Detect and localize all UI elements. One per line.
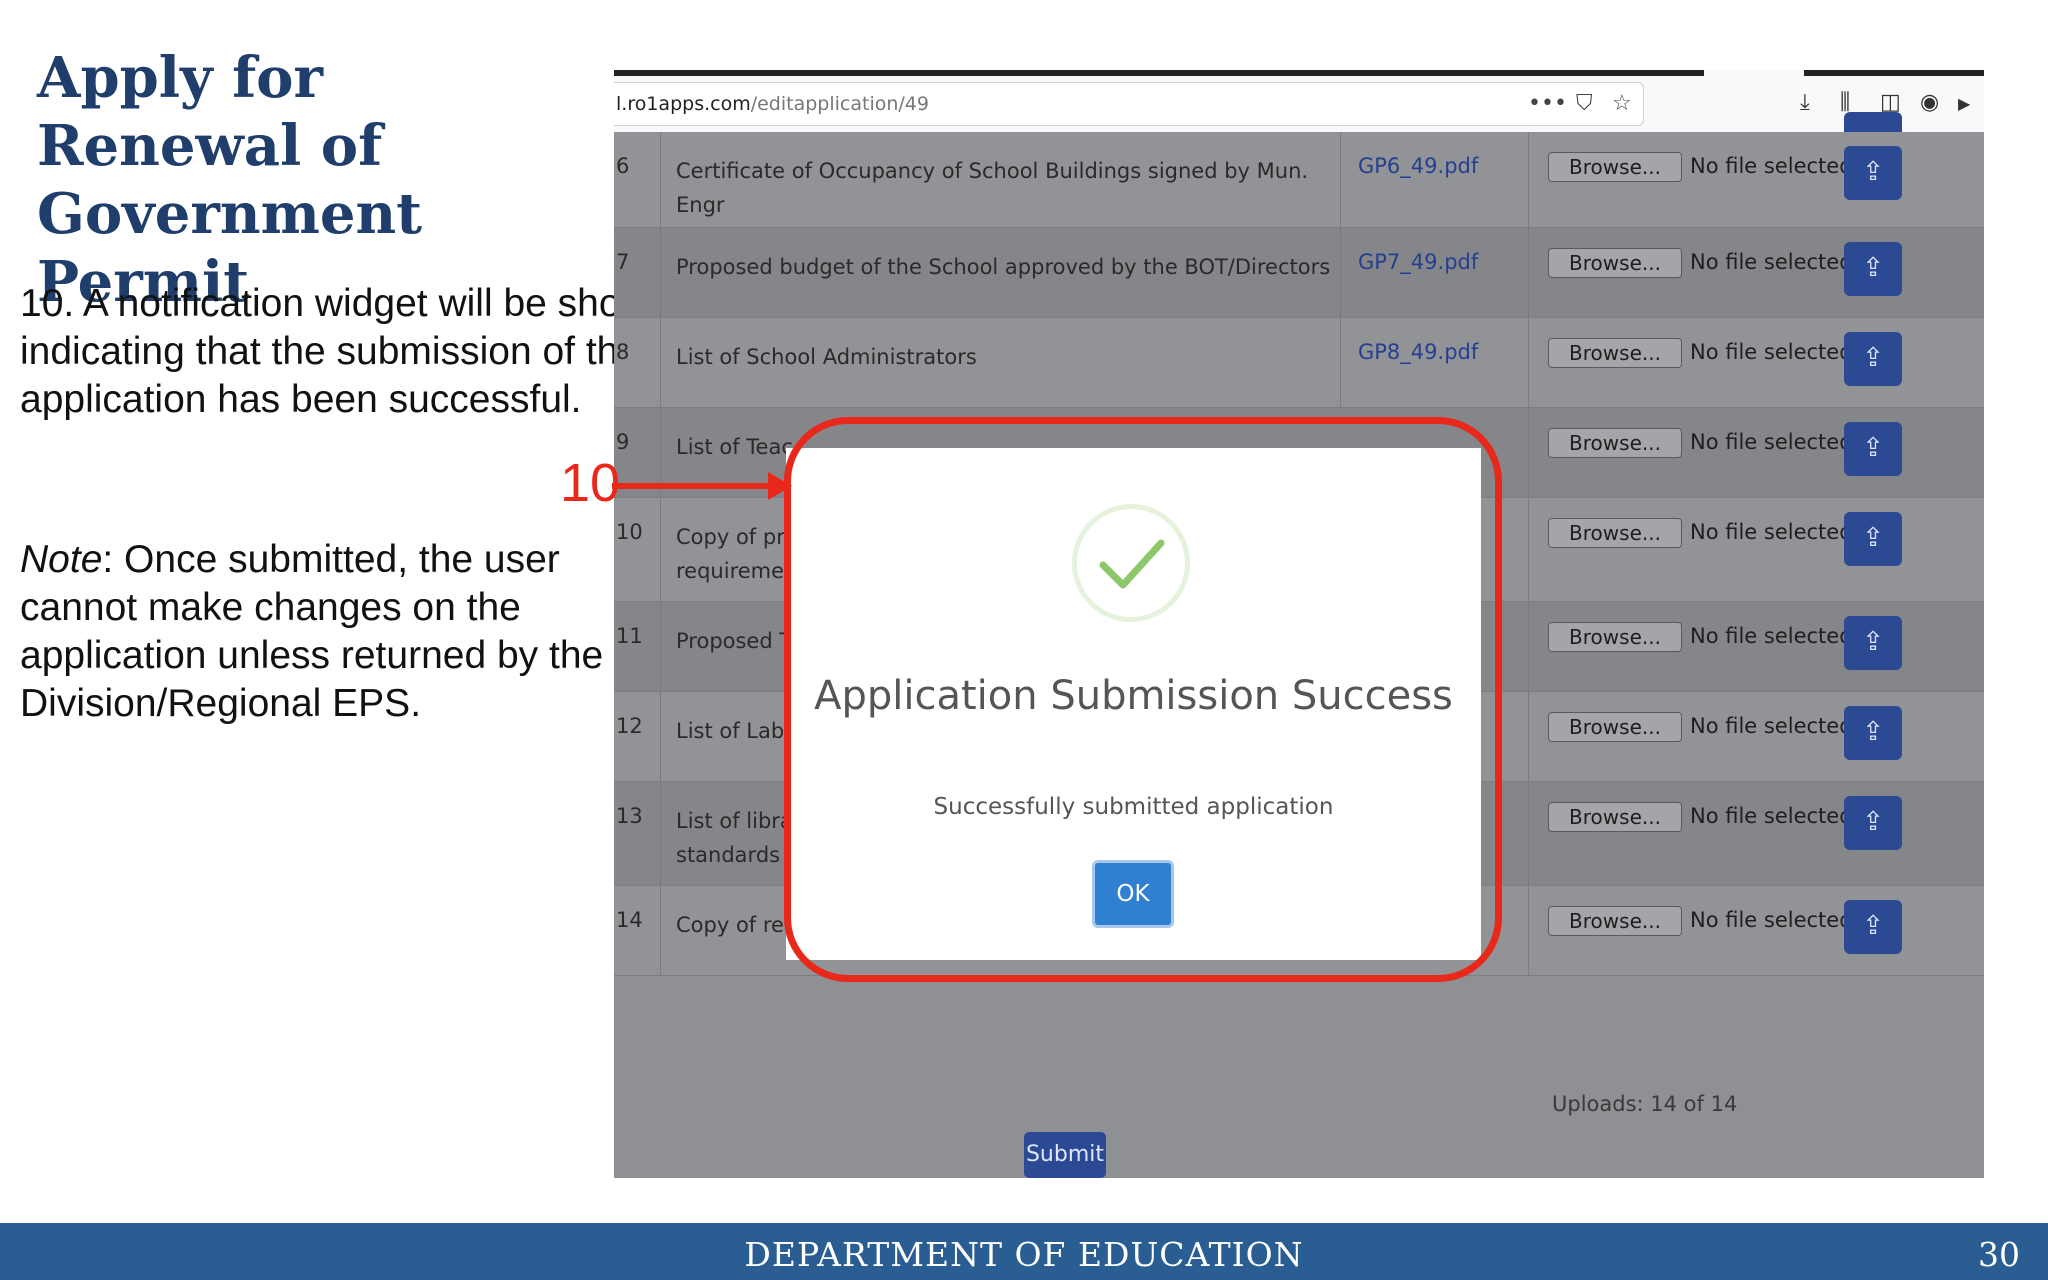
- note-label: Note: [20, 538, 103, 581]
- slide-title: Apply for Renewal of Government Permit: [37, 45, 423, 315]
- download-icon[interactable]: ⤓: [1800, 90, 1810, 115]
- bookmark-star-icon[interactable]: ☆: [1612, 91, 1632, 116]
- callout-arrow-icon: [612, 472, 792, 500]
- tab-strip-right: [1804, 70, 1984, 76]
- browse-button[interactable]: Browse...: [1548, 152, 1682, 182]
- browse-button[interactable]: Browse...: [1548, 906, 1682, 936]
- browser-toolbar: l.ro1apps.com/editapplication/49 ••• ⛉ ☆…: [614, 70, 1984, 132]
- account-icon[interactable]: ◉: [1920, 90, 1939, 115]
- browse-button[interactable]: Browse...: [1548, 518, 1682, 548]
- upload-button[interactable]: ⇪: [1844, 146, 1902, 200]
- pocket-icon[interactable]: ⛉: [1576, 91, 1593, 116]
- tab-strip: [614, 70, 1704, 76]
- row-number: 6: [616, 154, 630, 178]
- no-file-label: No file selected.: [1690, 804, 1860, 828]
- no-file-label: No file selected.: [1690, 908, 1860, 932]
- step-description: 10. A notification widget will be show i…: [20, 282, 649, 421]
- browse-button[interactable]: Browse...: [1548, 338, 1682, 368]
- row-number: 8: [616, 340, 630, 364]
- upload-button[interactable]: ⇪: [1844, 796, 1902, 850]
- browse-button[interactable]: Browse...: [1548, 428, 1682, 458]
- upload-button[interactable]: ⇪: [1844, 242, 1902, 296]
- no-file-label: No file selected.: [1690, 250, 1860, 274]
- upload-button[interactable]: ⇪: [1844, 512, 1902, 566]
- browse-button[interactable]: Browse...: [1548, 248, 1682, 278]
- browse-button[interactable]: Browse...: [1548, 622, 1682, 652]
- callout-highlight: [784, 417, 1502, 982]
- row-number: 13: [616, 804, 643, 828]
- submit-button[interactable]: Submit: [1024, 1132, 1106, 1178]
- more-icon[interactable]: •••: [1528, 91, 1567, 116]
- no-file-label: No file selected.: [1690, 430, 1860, 454]
- no-file-label: No file selected.: [1690, 624, 1860, 648]
- page-number: 30: [1978, 1235, 2020, 1274]
- upload-button[interactable]: ⇪: [1844, 706, 1902, 760]
- table-row: 8 List of School Administrators GP8_49.p…: [614, 318, 1984, 408]
- row-description: Certificate of Occupancy of School Build…: [676, 159, 1309, 217]
- upload-button[interactable]: ⇪: [1844, 616, 1902, 670]
- browse-button[interactable]: Browse...: [1548, 712, 1682, 742]
- no-file-label: No file selected.: [1690, 340, 1860, 364]
- no-file-label: No file selected.: [1690, 714, 1860, 738]
- row-description: List of School Administrators: [676, 345, 977, 369]
- row-number: 9: [616, 430, 630, 454]
- no-file-label: No file selected.: [1690, 520, 1860, 544]
- browse-button[interactable]: Browse...: [1548, 802, 1682, 832]
- upload-button[interactable]: ⇪: [1844, 332, 1902, 386]
- uploads-count: Uploads: 14 of 14: [1552, 1092, 1738, 1116]
- row-description: Proposed budget of the School approved b…: [676, 255, 1331, 279]
- slide-footer: DEPARTMENT OF EDUCATION 30: [0, 1223, 2048, 1280]
- row-number: 7: [616, 250, 630, 274]
- no-file-label: No file selected.: [1690, 154, 1860, 178]
- file-link[interactable]: GP6_49.pdf: [1358, 154, 1478, 178]
- note-text: Note: Once submitted, the user cannot ma…: [20, 536, 640, 728]
- table-row: 7 Proposed budget of the School approved…: [614, 228, 1984, 318]
- file-link[interactable]: GP8_49.pdf: [1358, 340, 1478, 364]
- overflow-arrow-icon[interactable]: ▶: [1958, 94, 1970, 113]
- url-text: l.ro1apps.com/editapplication/49: [616, 93, 929, 115]
- address-bar[interactable]: l.ro1apps.com/editapplication/49 ••• ⛉ ☆: [614, 82, 1644, 126]
- note-body: : Once submitted, the user cannot make c…: [20, 538, 604, 725]
- upload-button[interactable]: ⇪: [1844, 900, 1902, 954]
- row-number: 14: [616, 908, 643, 932]
- upload-button[interactable]: ⇪: [1844, 422, 1902, 476]
- file-link[interactable]: GP7_49.pdf: [1358, 250, 1478, 274]
- table-row: 6 Certificate of Occupancy of School Bui…: [614, 132, 1984, 228]
- department-label: DEPARTMENT OF EDUCATION: [744, 1235, 1304, 1274]
